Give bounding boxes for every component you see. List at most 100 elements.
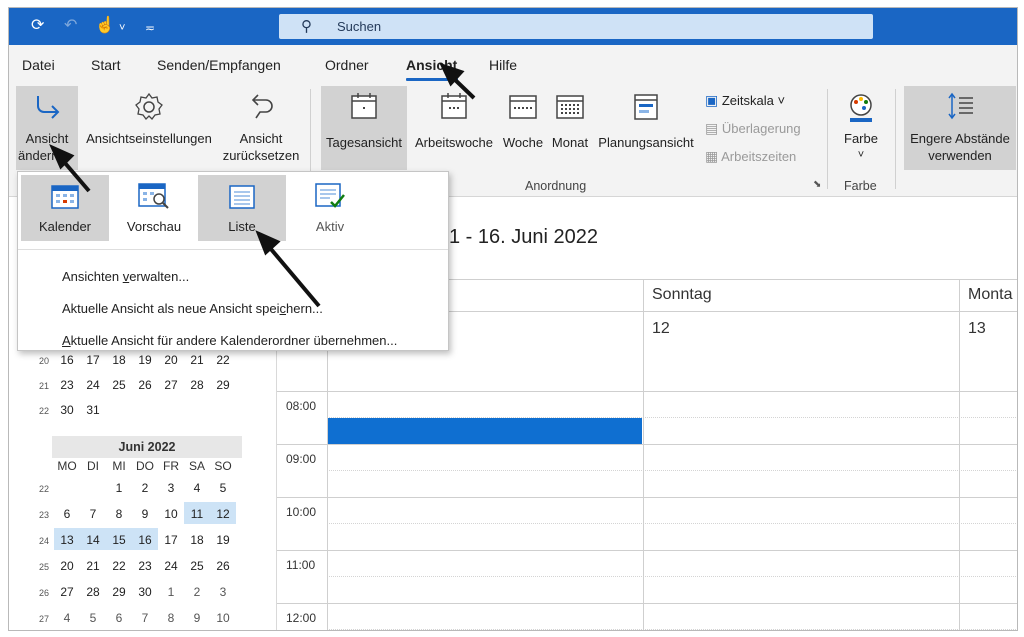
mini-calendar-day[interactable]: 19: [132, 353, 158, 367]
day-header-montag[interactable]: Monta: [959, 279, 1017, 311]
mini-calendar-day[interactable]: 6: [54, 507, 80, 521]
mini-calendar-day[interactable]: 18: [106, 353, 132, 367]
mini-calendar-day[interactable]: 24: [158, 559, 184, 573]
mini-calendar-day[interactable]: 7: [132, 611, 158, 625]
mini-calendar-day[interactable]: 8: [158, 611, 184, 625]
mini-calendar-day[interactable]: 2: [184, 585, 210, 599]
dropdown-icon[interactable]: ˅: [119, 18, 125, 38]
tab-ansicht[interactable]: Ansicht: [406, 57, 457, 73]
mini-calendar-day[interactable]: 28: [184, 378, 210, 392]
menu-tabs: Datei Start Senden/Empfangen Ordner Ansi…: [9, 45, 1017, 83]
mini-calendar-day[interactable]: 16: [132, 533, 158, 547]
mini-calendar-day[interactable]: 4: [184, 481, 210, 495]
undo-icon[interactable]: ↶: [64, 16, 77, 36]
tab-datei[interactable]: Datei: [22, 57, 55, 73]
tagesansicht-button[interactable]: Tagesansicht: [321, 86, 407, 170]
mini-calendar-day[interactable]: 29: [106, 585, 132, 599]
engere-abstaende-button[interactable]: Engere Abstände verwenden: [904, 86, 1016, 170]
view-tile-aktiv[interactable]: Aktiv: [286, 175, 374, 241]
mini-calendar-day[interactable]: 9: [132, 507, 158, 521]
mini-calendar-day[interactable]: 15: [106, 533, 132, 547]
mini-calendar-day[interactable]: 17: [80, 353, 106, 367]
title-bar: ⟳ ↶ ☝ ˅ ≂ ⚲ Suchen: [9, 8, 1017, 45]
mini-calendar-day[interactable]: 7: [80, 507, 106, 521]
menu-item-ansichten-verwalten[interactable]: Ansichten verwalten...: [62, 269, 189, 284]
day-header-sonntag[interactable]: Sonntag: [643, 279, 959, 311]
dialog-launcher-icon[interactable]: ⬊: [813, 179, 821, 190]
farbe-button[interactable]: Farbe ˅: [835, 86, 887, 170]
mini-calendar-day[interactable]: 27: [54, 585, 80, 599]
mini-calendar-day[interactable]: 29: [210, 378, 236, 392]
mini-calendar-day[interactable]: 2: [132, 481, 158, 495]
mini-calendar-day[interactable]: 18: [184, 533, 210, 547]
ansicht-aendern-button[interactable]: Ansicht ändern: [16, 86, 78, 170]
mini-calendar-day[interactable]: 24: [80, 378, 106, 392]
mini-calendar-day[interactable]: 1: [106, 481, 132, 495]
view-tile-liste[interactable]: Liste: [198, 175, 286, 241]
tab-senden-empfangen[interactable]: Senden/Empfangen: [157, 57, 281, 73]
mini-calendar-day[interactable]: 4: [54, 611, 80, 625]
tab-hilfe[interactable]: Hilfe: [489, 57, 517, 73]
view-tile-kalender[interactable]: Kalender: [21, 175, 109, 241]
ueberlagerung-button[interactable]: ▤ Überlagerung: [705, 120, 801, 137]
menu-item-als-neue-ansicht-speichern[interactable]: Aktuelle Ansicht als neue Ansicht speich…: [62, 301, 323, 316]
mini-calendar-day[interactable]: 13: [54, 533, 80, 547]
woche-button[interactable]: Woche: [499, 86, 547, 170]
mini-calendar-day[interactable]: 26: [132, 378, 158, 392]
mini-calendar-day[interactable]: 31: [80, 403, 106, 417]
day-number-12[interactable]: 12: [643, 311, 959, 391]
customize-icon[interactable]: ≂: [145, 18, 155, 38]
monat-button[interactable]: Monat: [547, 86, 593, 170]
mini-calendar-day[interactable]: 21: [184, 353, 210, 367]
mini-calendar-day[interactable]: 12: [210, 507, 236, 521]
mini-calendar-day[interactable]: 1: [158, 585, 184, 599]
mini-calendar-day[interactable]: 3: [158, 481, 184, 495]
mini-calendar-day[interactable]: 17: [158, 533, 184, 547]
mini-calendar-day[interactable]: 22: [106, 559, 132, 573]
calendar-event[interactable]: [328, 418, 642, 444]
ansichtseinstellungen-button[interactable]: Ansichtseinstellungen: [79, 86, 219, 170]
touch-mode-icon[interactable]: ☝: [95, 16, 115, 36]
outlook-window: ⟳ ↶ ☝ ˅ ≂ ⚲ Suchen Datei Start Senden/Em…: [8, 7, 1018, 631]
mini-calendar-day[interactable]: 23: [132, 559, 158, 573]
mini-calendar-day[interactable]: 10: [158, 507, 184, 521]
mini-calendar-day[interactable]: 8: [106, 507, 132, 521]
mini-calendar-day[interactable]: 20: [54, 559, 80, 573]
search-box[interactable]: ⚲ Suchen: [279, 14, 873, 39]
tab-ordner[interactable]: Ordner: [325, 57, 369, 73]
arbeitszeiten-button[interactable]: ▦ Arbeitszeiten: [705, 148, 796, 165]
weekday-header: MO: [57, 459, 77, 473]
mini-calendar-day[interactable]: 5: [210, 481, 236, 495]
mini-calendar-day[interactable]: 10: [210, 611, 236, 625]
day-number-13[interactable]: 13: [959, 311, 1017, 391]
chevron-down-icon: ˅: [857, 149, 865, 161]
zeitskala-dropdown[interactable]: ▣ Zeitskala ˅: [705, 92, 785, 109]
mini-calendar-day[interactable]: 30: [54, 403, 80, 417]
mini-calendar-day[interactable]: 21: [80, 559, 106, 573]
mini-calendar-day[interactable]: 14: [80, 533, 106, 547]
mini-calendar-day[interactable]: 16: [54, 353, 80, 367]
mini-calendar-day[interactable]: 25: [184, 559, 210, 573]
sync-icon[interactable]: ⟳: [31, 16, 44, 36]
mini-calendar-day[interactable]: 11: [184, 507, 210, 521]
mini-calendar-day[interactable]: 25: [106, 378, 132, 392]
arbeitswoche-button[interactable]: Arbeitswoche: [409, 86, 499, 170]
mini-calendar-day[interactable]: 30: [132, 585, 158, 599]
menu-item-fuer-andere-ordner-uebernehmen[interactable]: Aktuelle Ansicht für andere Kalenderordn…: [62, 333, 397, 348]
mini-calendar-day[interactable]: 19: [210, 533, 236, 547]
mini-calendar-day[interactable]: 22: [210, 353, 236, 367]
mini-calendar-day[interactable]: 3: [210, 585, 236, 599]
mini-calendar-day[interactable]: 6: [106, 611, 132, 625]
mini-calendar-day[interactable]: 9: [184, 611, 210, 625]
mini-calendar-day[interactable]: 23: [54, 378, 80, 392]
ansicht-zuruecksetzen-button[interactable]: Ansicht zurücksetzen: [219, 86, 303, 170]
mini-calendar-day[interactable]: 26: [210, 559, 236, 573]
view-tile-vorschau[interactable]: Vorschau: [110, 175, 198, 241]
mini-calendar-day[interactable]: 28: [80, 585, 106, 599]
search-input[interactable]: Suchen: [337, 19, 381, 34]
mini-calendar-day[interactable]: 5: [80, 611, 106, 625]
planungsansicht-button[interactable]: Planungsansicht: [594, 86, 698, 170]
mini-calendar-day[interactable]: 27: [158, 378, 184, 392]
mini-calendar-day[interactable]: 20: [158, 353, 184, 367]
tab-start[interactable]: Start: [91, 57, 121, 73]
